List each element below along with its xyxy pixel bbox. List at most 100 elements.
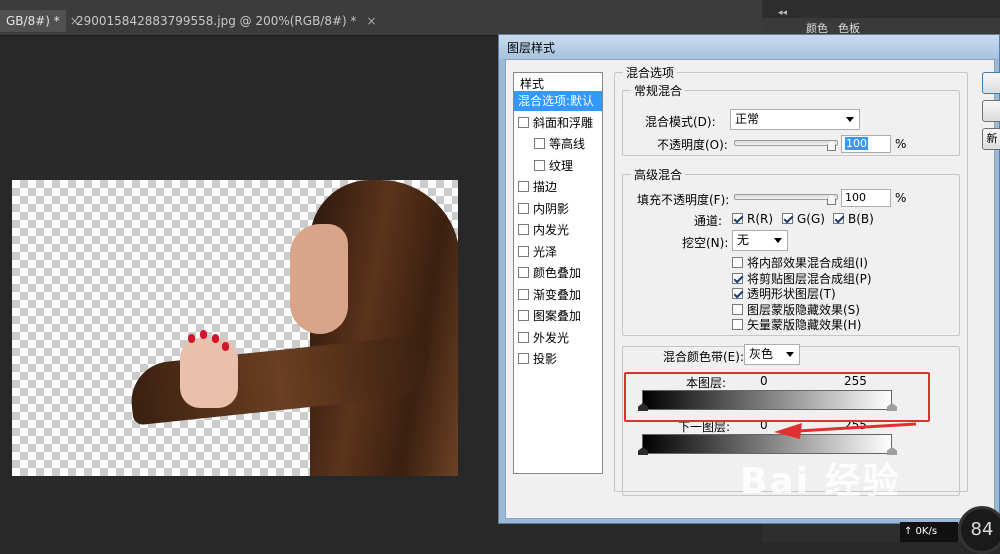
close-icon[interactable]: × [367,14,377,28]
style-item-checkbox[interactable] [518,310,529,321]
document-tab-1-label: GB/8#) * [6,14,60,28]
channels-label: 通道: [694,214,723,228]
blending-options-title: 混合选项 [626,66,675,80]
speed-percent-badge: 84 [958,506,1000,554]
style-item-checkbox[interactable] [518,202,529,214]
advanced-option[interactable]: 矢量蒙版隐藏效果(H) [732,316,861,333]
style-item-label: 斜面和浮雕 [533,115,594,130]
styles-list: 样式 混合选项:默认斜面和浮雕等高线纹理描边内阴影内发光光泽颜色叠加渐变叠加图案… [513,72,603,474]
channel-g-checkbox[interactable] [782,213,793,224]
advanced-option-label: 图层蒙版隐藏效果(S) [747,302,860,317]
knockout-value: 无 [737,233,750,247]
advanced-option-checkbox[interactable] [732,257,743,268]
advanced-option-checkbox[interactable] [732,272,743,284]
advanced-option[interactable]: 透明形状图层(T) [732,285,836,302]
advanced-option[interactable]: 将内部效果混合成组(I) [732,254,868,271]
style-item-checkbox[interactable] [518,181,529,192]
style-item-label: 外发光 [533,330,570,345]
document-tab-2[interactable]: 290015842883799558.jpg @ 200%(RGB/8#) * × [70,10,377,32]
blend-mode-label: 混合模式(D): [645,115,716,129]
advanced-option-checkbox[interactable] [732,288,743,299]
fill-opacity-unit: % [895,191,907,205]
blend-if-select[interactable]: 灰色 [744,344,800,365]
fill-opacity-input[interactable]: 100 [841,189,891,207]
chevron-down-icon [774,238,782,243]
advanced-blending-title: 高级混合 [634,168,683,182]
dialog-titlebar[interactable]: 图层样式 [499,35,999,59]
advanced-option-label: 将剪贴图层混合成组(P) [747,271,872,286]
style-item-checkbox[interactable] [518,331,529,343]
channel-b[interactable]: B(B) [833,212,874,226]
baidu-url: jingyan.baidu.com [768,496,879,510]
style-item-checkbox[interactable] [518,288,529,300]
blend-if-value: 灰色 [749,347,774,361]
advanced-option-label: 矢量蒙版隐藏效果(H) [747,318,862,332]
style-item[interactable]: 等高线 [514,134,602,154]
style-item[interactable]: 颜色叠加 [514,263,602,283]
document-tab-1[interactable]: GB/8#) * × [0,10,80,32]
style-item[interactable]: 混合选项:默认 [514,91,602,111]
style-item-label: 渐变叠加 [533,287,582,302]
channel-g-label: G(G) [797,212,825,226]
style-item[interactable]: 描边 [514,177,602,197]
style-item[interactable]: 纹理 [514,156,602,176]
style-item-checkbox[interactable] [534,159,545,171]
style-item[interactable]: 投影 [514,349,602,369]
annotation-arrow-icon [774,422,917,439]
style-item-label: 描边 [533,180,558,194]
general-blending-title: 常规混合 [634,84,683,98]
channel-r[interactable]: R(R) [732,212,773,226]
style-item[interactable]: 外发光 [514,328,602,348]
net-speed-readout: ↑ 0K/s [900,522,958,542]
cancel-button[interactable] [982,100,1000,122]
advanced-option[interactable]: 将剪贴图层混合成组(P) [732,270,872,287]
knockout-label: 挖空(N): [682,236,729,250]
style-item-checkbox[interactable] [534,138,545,149]
document-tab-2-label: 290015842883799558.jpg @ 200%(RGB/8#) * [76,14,357,28]
knockout-select[interactable]: 无 [732,230,788,251]
opacity-value: 100 [845,137,868,150]
style-item-checkbox[interactable] [518,267,529,278]
channel-b-checkbox[interactable] [833,213,844,224]
photo-nail [222,342,229,351]
style-item[interactable]: 内阴影 [514,199,602,219]
channel-g[interactable]: G(G) [782,212,825,226]
ok-button[interactable] [982,72,1000,94]
style-item-checkbox[interactable] [518,353,529,364]
collapse-panels-icon[interactable]: ◂◂ [778,8,787,18]
style-item[interactable]: 斜面和浮雕 [514,113,602,133]
document-canvas[interactable] [12,180,458,476]
style-item-checkbox[interactable] [518,224,529,235]
fill-opacity-slider[interactable] [734,194,838,200]
style-item[interactable]: 光泽 [514,242,602,262]
style-item-label: 颜色叠加 [533,266,582,280]
style-item-checkbox[interactable] [518,245,529,257]
style-item[interactable]: 图案叠加 [514,306,602,326]
blend-mode-select[interactable]: 正常 [730,109,860,130]
style-item-label: 图案叠加 [533,309,582,323]
style-item-label: 内阴影 [533,201,570,216]
photo-nail [212,334,219,343]
annotation-highlight-box [624,372,930,422]
channel-b-label: B(B) [848,212,874,226]
advanced-option[interactable]: 图层蒙版隐藏效果(S) [732,301,860,318]
advanced-option-checkbox[interactable] [732,303,743,315]
style-item-label: 内发光 [533,223,570,237]
opacity-slider[interactable] [734,140,838,146]
style-item[interactable]: 渐变叠加 [514,285,602,305]
channel-r-checkbox[interactable] [732,213,743,224]
advanced-option-label: 将内部效果混合成组(I) [747,256,868,270]
style-item-checkbox[interactable] [518,116,529,128]
style-item-label: 光泽 [533,244,558,259]
style-item-label: 等高线 [549,137,586,151]
opacity-input[interactable]: 100 [841,135,891,153]
photo-nail [200,330,207,339]
styles-header[interactable]: 样式 [520,75,544,92]
new-style-button[interactable]: 新 [982,128,1000,150]
advanced-option-checkbox[interactable] [732,319,743,330]
advanced-option-label: 透明形状图层(T) [747,287,836,301]
fill-opacity-label: 填充不透明度(F): [637,193,730,207]
photo-face [290,224,348,334]
style-item-label: 纹理 [549,158,574,173]
style-item[interactable]: 内发光 [514,220,602,240]
